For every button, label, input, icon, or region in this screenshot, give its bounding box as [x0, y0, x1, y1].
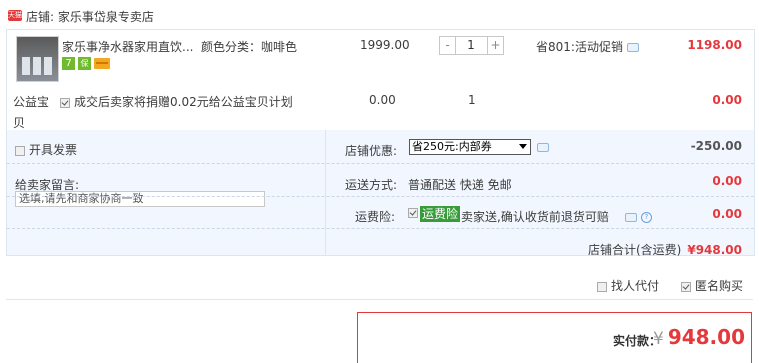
- dashed-divider: [7, 163, 754, 164]
- payment-amount: ¥948.00: [653, 325, 745, 349]
- product-sku: 颜色分类：咖啡色: [201, 40, 298, 54]
- payment-amount-value: 948.00: [667, 325, 745, 349]
- chat-bubble-icon[interactable]: [537, 143, 549, 152]
- proxy-pay-checkbox[interactable]: [597, 281, 607, 292]
- dashed-divider: [7, 228, 754, 229]
- anonymous-purchase-option[interactable]: 匿名购买: [681, 277, 743, 294]
- charity-total: 0.00: [712, 93, 742, 107]
- unit-price: 1999.00: [360, 38, 410, 52]
- quantity-input[interactable]: 1: [456, 37, 486, 54]
- seller-message-input[interactable]: 选填,请先和商家协商一致: [15, 191, 265, 207]
- quantity-decrease-button[interactable]: -: [440, 37, 456, 54]
- anonymous-checkbox[interactable]: [681, 281, 691, 292]
- delivery-label: 运送方式:: [345, 178, 398, 192]
- insurance-checkbox[interactable]: [408, 208, 418, 218]
- filter-cartridge-icon: [22, 57, 30, 75]
- order-panel: 家乐事净水器家用直饮... 颜色分类：咖啡色 7 保 1999.00 - 1 +…: [6, 29, 755, 258]
- charity-label: 公益宝贝: [13, 95, 50, 130]
- product-title-link[interactable]: 家乐事净水器家用直饮...: [62, 38, 193, 55]
- chevron-down-icon: [519, 144, 527, 149]
- charity-price: 0.00: [369, 93, 396, 107]
- charity-description-text: 成交后卖家将捐赠0.02元给公益宝贝计划: [74, 95, 293, 109]
- shop-header: 天猫 店铺: 家乐事岱泉专卖店: [6, 3, 754, 29]
- filter-cartridge-icon: [33, 57, 41, 75]
- product-thumbnail[interactable]: [16, 36, 59, 82]
- proxy-pay-label: 找人代付: [611, 279, 660, 293]
- invoice-label: 开具发票: [29, 143, 78, 157]
- charity-description: 成交后卖家将捐赠0.02元给公益宝贝计划: [60, 93, 293, 110]
- item-row: 家乐事净水器家用直饮... 颜色分类：咖啡色 7 保 1999.00 - 1 +…: [7, 30, 754, 85]
- charity-row: 公益宝贝 成交后卖家将捐赠0.02元给公益宝贝计划 0.00 1 0.00: [7, 85, 754, 130]
- insurance-label: 运费险:: [355, 210, 396, 224]
- payment-summary: 实付款： ¥948.00: [357, 312, 752, 363]
- guarantee-icon[interactable]: 保: [78, 57, 91, 70]
- currency-symbol: ¥: [652, 329, 664, 349]
- quantity-increase-button[interactable]: +: [487, 37, 503, 54]
- shop-discount-label: 店铺优惠:: [345, 144, 398, 158]
- help-icon[interactable]: ?: [640, 212, 652, 223]
- shop-total: 店铺合计(含运费) ¥948.00: [588, 241, 742, 258]
- quantity-stepper: - 1 +: [439, 36, 504, 55]
- insurance-cost: 0.00: [712, 207, 742, 221]
- section-divider: [6, 299, 753, 300]
- insurance-tag: 运费险: [420, 206, 461, 222]
- invoice-option[interactable]: 开具发票: [15, 141, 77, 158]
- shop-discount-value: -250.00: [690, 139, 742, 153]
- insurance-description: 卖家送,确认收货前退货可赔: [461, 210, 609, 224]
- charity-quantity: 1: [468, 93, 476, 107]
- proxy-pay-option[interactable]: 找人代付: [597, 277, 659, 294]
- item-total-price: 1198.00: [687, 38, 742, 52]
- tmall-badge-icon: 天猫: [8, 10, 22, 21]
- filter-cartridge-icon: [44, 57, 52, 75]
- credit-card-icon[interactable]: [94, 58, 110, 69]
- delivery-method: 普通配送 快递 免邮: [408, 178, 512, 192]
- dashed-divider: [7, 196, 754, 197]
- chat-bubble-icon[interactable]: [625, 213, 637, 222]
- promotion-info: 省801:活动促销: [536, 38, 639, 55]
- chat-bubble-icon[interactable]: [626, 43, 639, 52]
- promotion-label: 省801:活动促销: [536, 40, 623, 54]
- anonymous-label: 匿名购买: [695, 279, 744, 293]
- column-divider: [325, 130, 326, 255]
- shop-discount-select[interactable]: 省250元:内部券: [409, 139, 531, 155]
- insurance-icons: ?: [625, 210, 652, 224]
- invoice-checkbox[interactable]: [15, 145, 25, 156]
- shop-discount-selected: 省250元:内部券: [412, 140, 492, 153]
- shop-total-label: 店铺合计(含运费): [587, 243, 682, 257]
- delivery-cost: 0.00: [712, 174, 742, 188]
- charity-checkbox[interactable]: [60, 97, 70, 108]
- shop-name-link[interactable]: 店铺: 家乐事岱泉专卖店: [26, 8, 154, 25]
- shop-total-amount: ¥948.00: [687, 243, 742, 257]
- seven-day-return-icon[interactable]: 7: [62, 57, 75, 70]
